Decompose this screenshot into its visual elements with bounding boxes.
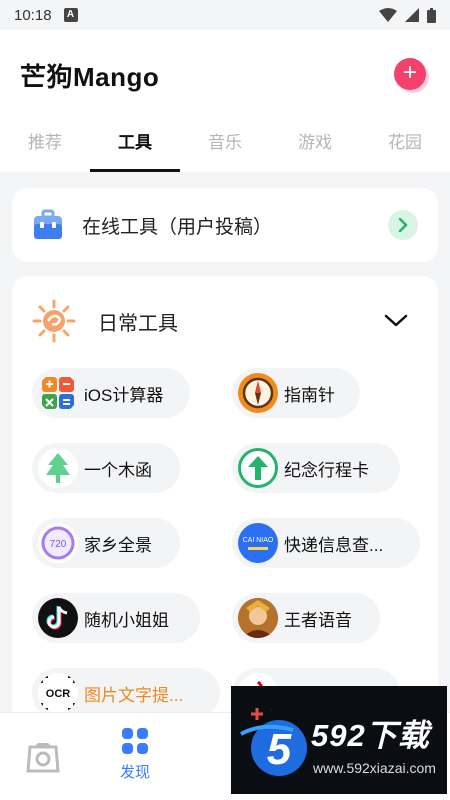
tool-hometown-panorama[interactable]: 720 家乡全景 — [32, 518, 180, 568]
toolbox-icon — [34, 209, 62, 239]
tool-label: 快递信息查... — [284, 535, 384, 555]
grid-icon — [122, 728, 148, 754]
tool-label: 指南针 — [284, 385, 335, 405]
game-hero-icon — [238, 598, 278, 638]
tool-compass[interactable]: 指南针 — [232, 368, 360, 418]
tool-label: 纪念行程卡 — [284, 460, 369, 480]
cainiao-icon: CAI NIAO — [238, 523, 278, 563]
compass-icon — [238, 373, 278, 413]
tool-label: 随机小姐姐 — [84, 610, 169, 630]
watermark-url: www.592xiazai.com — [313, 760, 436, 776]
battery-icon — [427, 7, 436, 23]
panorama-720-icon: 720 — [38, 523, 78, 563]
tool-image-ocr[interactable]: OCR 图片文字提... — [32, 668, 220, 718]
tool-express-tracking[interactable]: CAI NIAO 快递信息查... — [232, 518, 420, 568]
daily-tools-card: 日常工具 iOS计算器 指南针 一个木函 纪念行程卡 720 家乡全景 CAI … — [12, 276, 438, 718]
tree-icon — [38, 448, 78, 488]
wifi-icon — [379, 8, 397, 22]
app-header: 芒狗Mango + — [0, 30, 450, 120]
signal-icon — [405, 8, 419, 22]
site-watermark: 5 592下载 www.592xiazai.com — [231, 686, 447, 794]
nav-discover[interactable]: 发现 — [110, 727, 160, 782]
panorama-badge: 720 — [50, 539, 67, 550]
tool-king-voice[interactable]: 王者语音 — [232, 593, 380, 643]
tab-bar: 推荐 工具 音乐 游戏 花园 — [0, 120, 450, 172]
chevron-down-icon[interactable] — [384, 314, 408, 328]
watermark-logo: 5 — [240, 708, 307, 776]
notification-a-icon: A — [63, 8, 78, 22]
watermark-number: 5 — [267, 725, 292, 774]
ocr-icon: OCR — [38, 673, 78, 713]
app-title: 芒狗Mango — [20, 61, 160, 92]
tool-label: iOS计算器 — [84, 385, 164, 405]
online-tools-card[interactable]: 在线工具（用户投稿） — [12, 188, 438, 262]
ocr-badge: OCR — [46, 688, 71, 700]
add-button[interactable]: + — [394, 58, 426, 90]
tool-label: 一个木函 — [84, 460, 152, 480]
online-tools-label: 在线工具（用户投稿） — [82, 216, 273, 238]
daily-tools-header[interactable]: 日常工具 — [12, 276, 438, 350]
tab-garden[interactable]: 花园 — [360, 120, 450, 172]
tab-music[interactable]: 音乐 — [180, 120, 270, 172]
tool-one-wooden-box[interactable]: 一个木函 — [32, 443, 180, 493]
tool-ios-calculator[interactable]: iOS计算器 — [32, 368, 190, 418]
calculator-icon — [38, 373, 78, 413]
cainiao-badge: CAI NIAO — [243, 537, 274, 544]
nav-camera[interactable] — [26, 741, 60, 777]
nav-discover-label: 发现 — [119, 764, 150, 781]
tab-recommend[interactable]: 推荐 — [0, 120, 90, 172]
status-time: 10:18 — [14, 6, 52, 24]
tool-travel-card[interactable]: 纪念行程卡 — [232, 443, 400, 493]
tool-label: 王者语音 — [284, 610, 352, 630]
tab-tools[interactable]: 工具 — [90, 120, 180, 172]
tool-label: 图片文字提... — [84, 685, 184, 705]
camera-icon — [26, 743, 60, 773]
arrow-up-circle-icon — [238, 448, 278, 488]
tool-random-girl[interactable]: 随机小姐姐 — [32, 593, 200, 643]
tab-games[interactable]: 游戏 — [270, 120, 360, 172]
daily-tools-label: 日常工具 — [98, 312, 178, 335]
sun-icon — [32, 299, 76, 343]
tool-label: 家乡全景 — [84, 535, 152, 555]
tiktok-icon — [38, 598, 78, 638]
watermark-text: 592下载 — [311, 718, 430, 753]
status-bar: 10:18 A — [0, 0, 450, 30]
chevron-right-icon — [398, 218, 408, 232]
online-tools-open-button[interactable] — [388, 210, 418, 240]
